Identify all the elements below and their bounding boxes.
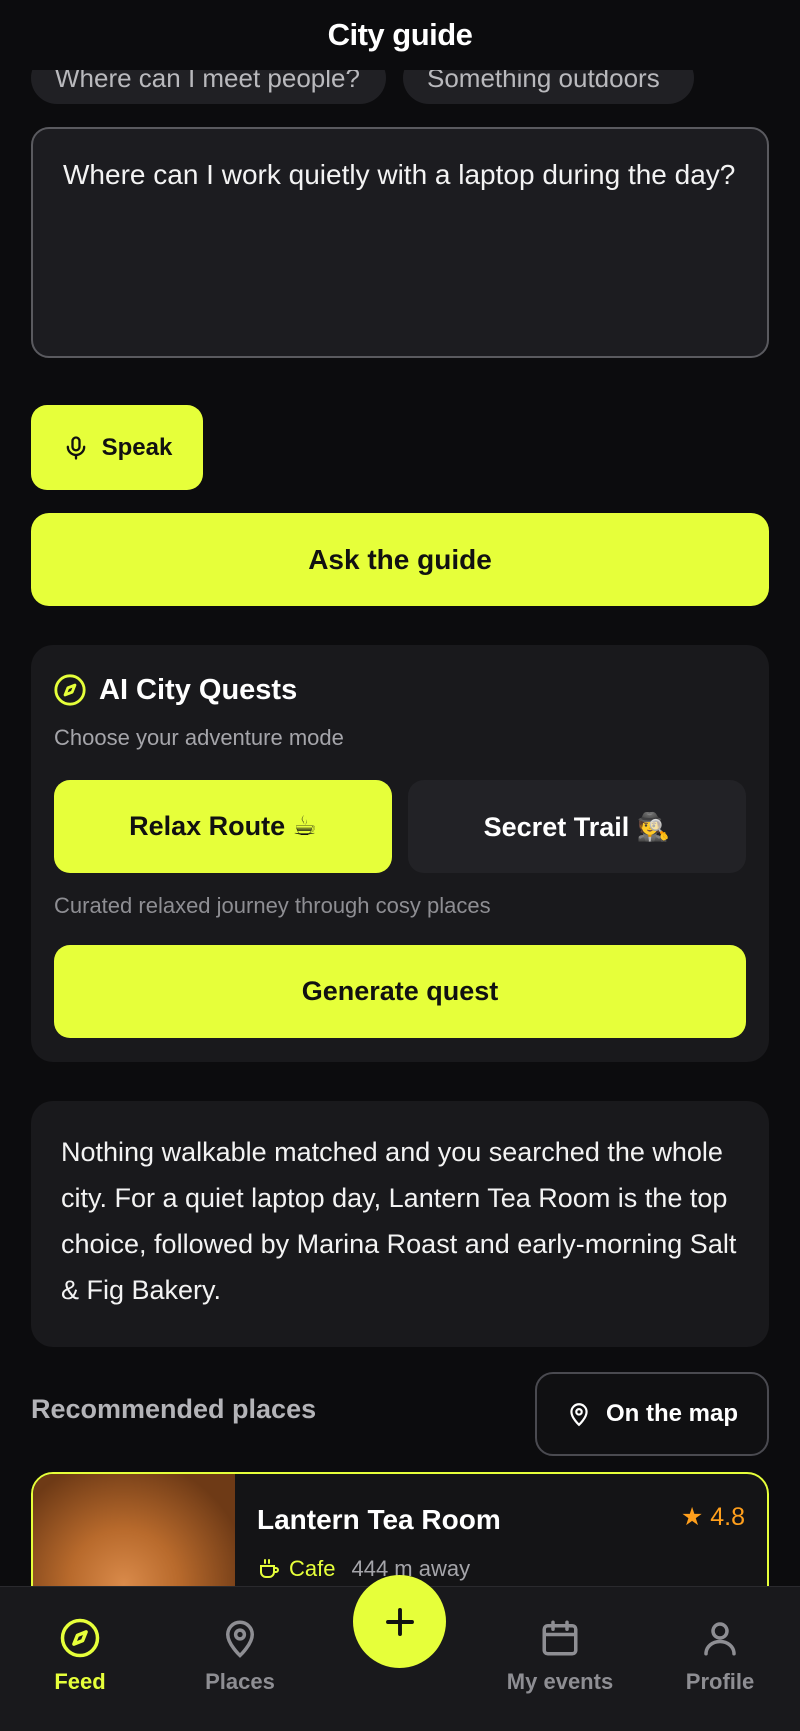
place-rating: ★ 4.8 bbox=[680, 1503, 745, 1531]
tab-my-events-label: My events bbox=[506, 1669, 614, 1694]
user-icon bbox=[704, 1622, 736, 1656]
tab-places[interactable]: Places bbox=[170, 1617, 310, 1695]
speak-button[interactable]: Speak bbox=[31, 405, 203, 490]
question-input[interactable]: Where can I work quietly with a laptop d… bbox=[31, 127, 769, 358]
tab-profile[interactable]: Profile bbox=[650, 1617, 790, 1695]
place-meta: Cafe 444 m away bbox=[257, 1556, 470, 1582]
map-pin-icon bbox=[225, 1620, 255, 1658]
quests-title: AI City Quests bbox=[53, 673, 297, 707]
mode-description: Curated relaxed journey through cosy pla… bbox=[54, 893, 491, 918]
tab-profile-label: Profile bbox=[685, 1669, 755, 1694]
place-category-label: Cafe bbox=[289, 1556, 336, 1581]
cup-icon bbox=[260, 1559, 279, 1578]
add-button[interactable] bbox=[353, 1575, 446, 1668]
place-name: Lantern Tea Room bbox=[257, 1504, 501, 1535]
calendar-icon bbox=[542, 1620, 578, 1656]
mode-relax-route-button[interactable]: Relax Route ☕ bbox=[54, 780, 392, 873]
mic-icon bbox=[66, 435, 85, 460]
recommended-places-title: Recommended places bbox=[31, 1394, 317, 1424]
ask-guide-button[interactable]: Ask the guide bbox=[31, 513, 769, 606]
quests-subtitle: Choose your adventure mode bbox=[54, 725, 344, 750]
speak-label: Speak bbox=[101, 433, 173, 461]
tab-feed-label: Feed bbox=[54, 1669, 106, 1694]
on-the-map-button[interactable]: On the map bbox=[535, 1372, 769, 1456]
tab-my-events[interactable]: My events bbox=[490, 1617, 630, 1695]
mode-secret-trail-button[interactable]: Secret Trail 🕵 bbox=[408, 780, 746, 873]
map-pin-icon bbox=[570, 1403, 588, 1427]
place-category: Cafe bbox=[257, 1556, 335, 1582]
plus-icon bbox=[385, 1607, 414, 1636]
on-the-map-label: On the map bbox=[605, 1400, 738, 1427]
app-header: City guide bbox=[0, 0, 800, 70]
compass-icon bbox=[54, 674, 86, 706]
ai-quests-card: AI City Quests Choose your adventure mod… bbox=[31, 645, 769, 1062]
tab-feed[interactable]: Feed bbox=[10, 1617, 150, 1695]
guide-answer: Nothing walkable matched and you searche… bbox=[31, 1101, 769, 1347]
page-title: City guide bbox=[327, 17, 473, 52]
tab-places-label: Places bbox=[205, 1669, 275, 1694]
generate-quest-button[interactable]: Generate quest bbox=[54, 945, 746, 1038]
compass-icon bbox=[60, 1618, 100, 1658]
quests-title-text: AI City Quests bbox=[99, 673, 298, 706]
